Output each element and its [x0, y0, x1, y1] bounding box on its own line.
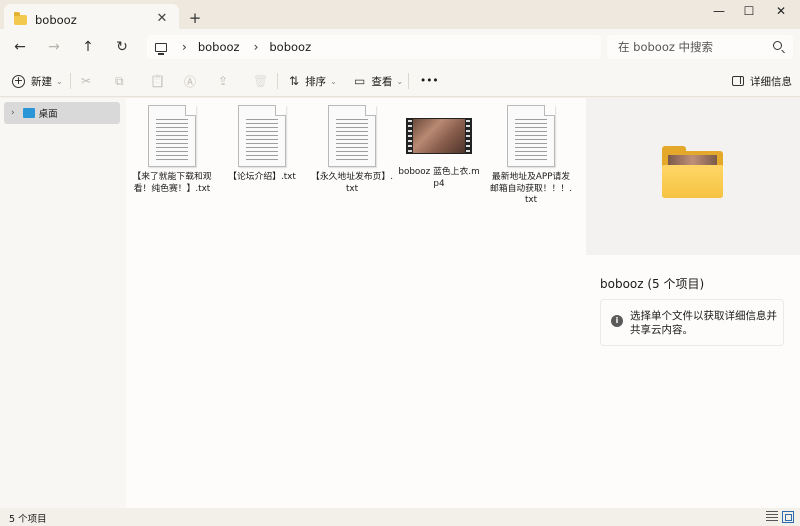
breadcrumb-item[interactable]: bobooz	[269, 40, 311, 54]
divider	[70, 73, 71, 89]
details-pane-icon	[732, 76, 744, 86]
sort-button[interactable]: ⇅ 排序 ⌄	[289, 72, 337, 90]
paste-button[interactable]: 📋	[150, 72, 171, 90]
refresh-button[interactable]: ↻	[112, 37, 132, 57]
info-box: i 选择单个文件以获取详细信息并共享云内容。	[600, 299, 784, 346]
file-list: 【来了就能下载和观看！纯色赛！】.txt 【论坛介绍】.txt 【永久地址发布页…	[126, 98, 586, 508]
file-item[interactable]: 【来了就能下载和观看！纯色赛！】.txt	[131, 105, 213, 195]
file-name: 【永久地址发布页】.txt	[311, 172, 393, 194]
new-tab-button[interactable]: +	[186, 9, 204, 27]
plus-circle-icon: +	[12, 73, 25, 88]
computer-icon	[155, 42, 167, 55]
more-options-button[interactable]: •••	[420, 72, 439, 90]
close-window-button[interactable]: ✕	[765, 0, 797, 22]
address-bar: ← → ↑ ↻ › bobooz › bobooz 在 bobooz 中搜索	[0, 29, 800, 64]
forward-button[interactable]: →	[44, 37, 64, 57]
folder-icon	[662, 146, 723, 198]
search-placeholder: 在 bobooz 中搜索	[618, 40, 714, 54]
file-name: 【来了就能下载和观看！纯色赛！】.txt	[132, 172, 212, 194]
text-file-icon	[507, 105, 555, 167]
sort-label: 排序	[305, 75, 327, 88]
info-text: 选择单个文件以获取详细信息并共享云内容。	[630, 310, 777, 336]
search-input[interactable]: 在 bobooz 中搜索	[607, 35, 793, 59]
details-label: 详细信息	[750, 75, 792, 88]
maximize-button[interactable]: ☐	[733, 0, 765, 22]
share-icon: ⇪	[218, 74, 229, 88]
new-label: 新建	[31, 75, 52, 88]
trash-icon: 🗑	[253, 74, 269, 88]
scissors-icon: ✂	[81, 74, 92, 88]
up-button[interactable]: ↑	[78, 37, 98, 57]
file-item[interactable]: 【永久地址发布页】.txt	[311, 105, 393, 195]
file-name: 最新地址及APP请发邮箱自动获取！！！.txt	[490, 172, 572, 205]
rename-icon: Ⓐ	[184, 74, 197, 89]
chevron-down-icon: ⌄	[330, 76, 337, 86]
text-file-icon	[238, 105, 286, 167]
sidebar-item-label: 桌面	[38, 109, 58, 120]
chevron-right-icon[interactable]: ›	[11, 108, 15, 118]
view-button[interactable]: ▭ 查看 ⌄	[354, 72, 403, 90]
preview-area	[586, 98, 800, 255]
view-icon: ▭	[354, 74, 366, 88]
sort-icon: ⇅	[289, 74, 300, 88]
view-label: 查看	[371, 75, 393, 88]
copy-button[interactable]: ⧉	[115, 72, 130, 90]
chevron-right-icon[interactable]: ›	[254, 40, 259, 54]
rename-button[interactable]: Ⓐ	[184, 72, 202, 90]
video-thumbnail-icon	[406, 118, 472, 154]
sidebar-item-desktop[interactable]: › 桌面	[4, 102, 120, 124]
tiles-view-icon[interactable]	[782, 511, 794, 523]
file-name: bobooz 蓝色上衣.mp4	[398, 167, 480, 189]
search-icon	[773, 41, 782, 50]
cut-button[interactable]: ✂	[81, 72, 97, 90]
divider	[408, 73, 409, 89]
folder-icon	[14, 12, 27, 25]
details-pane: bobooz (5 个项目) i 选择单个文件以获取详细信息并共享云内容。	[586, 98, 800, 508]
breadcrumb[interactable]: › bobooz › bobooz	[147, 35, 601, 59]
clipboard-icon: 📋	[150, 74, 165, 88]
file-name: 【论坛介绍】.txt	[228, 172, 296, 182]
navigation-pane: › 桌面	[0, 98, 126, 508]
copy-icon: ⧉	[115, 73, 124, 88]
divider	[277, 73, 278, 89]
chevron-right-icon[interactable]: ›	[182, 40, 187, 54]
details-button[interactable]: 详细信息	[732, 72, 792, 90]
chevron-down-icon: ⌄	[396, 76, 404, 86]
share-button[interactable]: ⇪	[218, 72, 234, 90]
breadcrumb-item[interactable]: bobooz	[198, 40, 240, 54]
details-title: bobooz (5 个项目)	[600, 277, 705, 291]
list-view-icon[interactable]	[766, 511, 778, 523]
back-button[interactable]: ←	[10, 37, 30, 57]
item-count: 5 个项目	[9, 514, 47, 525]
file-item[interactable]: bobooz 蓝色上衣.mp4	[398, 105, 480, 190]
file-item[interactable]: 【论坛介绍】.txt	[221, 105, 303, 184]
file-item[interactable]: 最新地址及APP请发邮箱自动获取！！！.txt	[490, 105, 572, 207]
minimize-button[interactable]: —	[703, 0, 735, 22]
tab-title: bobooz	[35, 13, 77, 27]
tab-close-button[interactable]: ✕	[154, 10, 170, 28]
new-button[interactable]: + 新建 ⌄	[12, 72, 63, 90]
command-bar: + 新建 ⌄ ✂ ⧉ 📋 Ⓐ ⇪ 🗑 ⇅ 排序 ⌄ ▭ 查看 ⌄ ••• 详细信…	[0, 64, 800, 97]
chevron-down-icon: ⌄	[56, 76, 63, 86]
status-bar: 5 个项目	[0, 508, 800, 526]
delete-button[interactable]: 🗑	[253, 72, 274, 90]
info-icon: i	[611, 315, 623, 327]
text-file-icon	[328, 105, 376, 167]
desktop-icon	[22, 108, 35, 118]
more-icon: •••	[420, 75, 439, 87]
text-file-icon	[148, 105, 196, 167]
